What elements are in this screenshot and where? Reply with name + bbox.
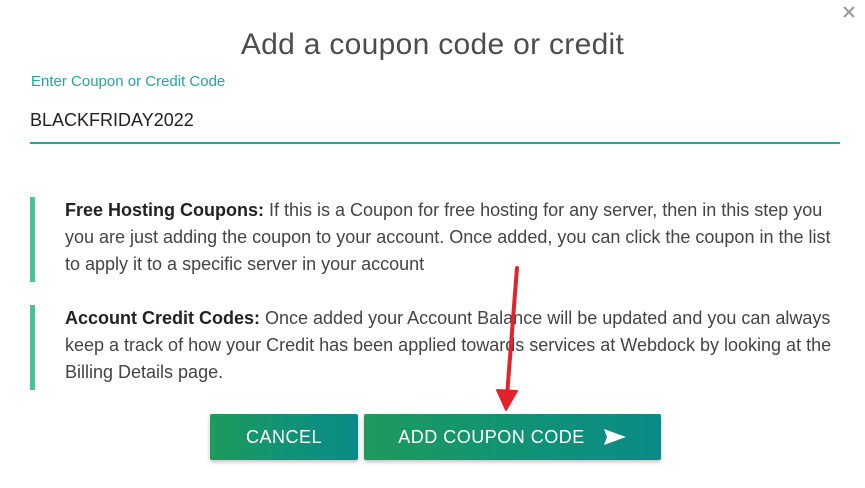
- coupon-dialog: Add a coupon code or credit Enter Coupon…: [0, 0, 865, 488]
- dialog-title: Add a coupon code or credit: [240, 28, 625, 61]
- coupon-code-input[interactable]: [30, 98, 840, 144]
- free-hosting-info: Free Hosting Coupons: If this is a Coupo…: [30, 197, 840, 282]
- cancel-button[interactable]: CANCEL: [210, 414, 358, 460]
- cancel-button-label: CANCEL: [245, 426, 323, 447]
- add-coupon-button-label: ADD COUPON CODE: [398, 426, 585, 447]
- info-heading: Account Credit Codes:: [65, 308, 261, 328]
- close-icon[interactable]: [841, 4, 857, 20]
- add-coupon-code-button[interactable]: ADD COUPON CODE: [364, 414, 661, 460]
- account-credit-info: Account Credit Codes: Once added your Ac…: [30, 305, 840, 390]
- send-icon: [603, 428, 627, 446]
- info-heading: Free Hosting Coupons:: [65, 200, 264, 220]
- coupon-field-label: Enter Coupon or Credit Code: [31, 73, 226, 90]
